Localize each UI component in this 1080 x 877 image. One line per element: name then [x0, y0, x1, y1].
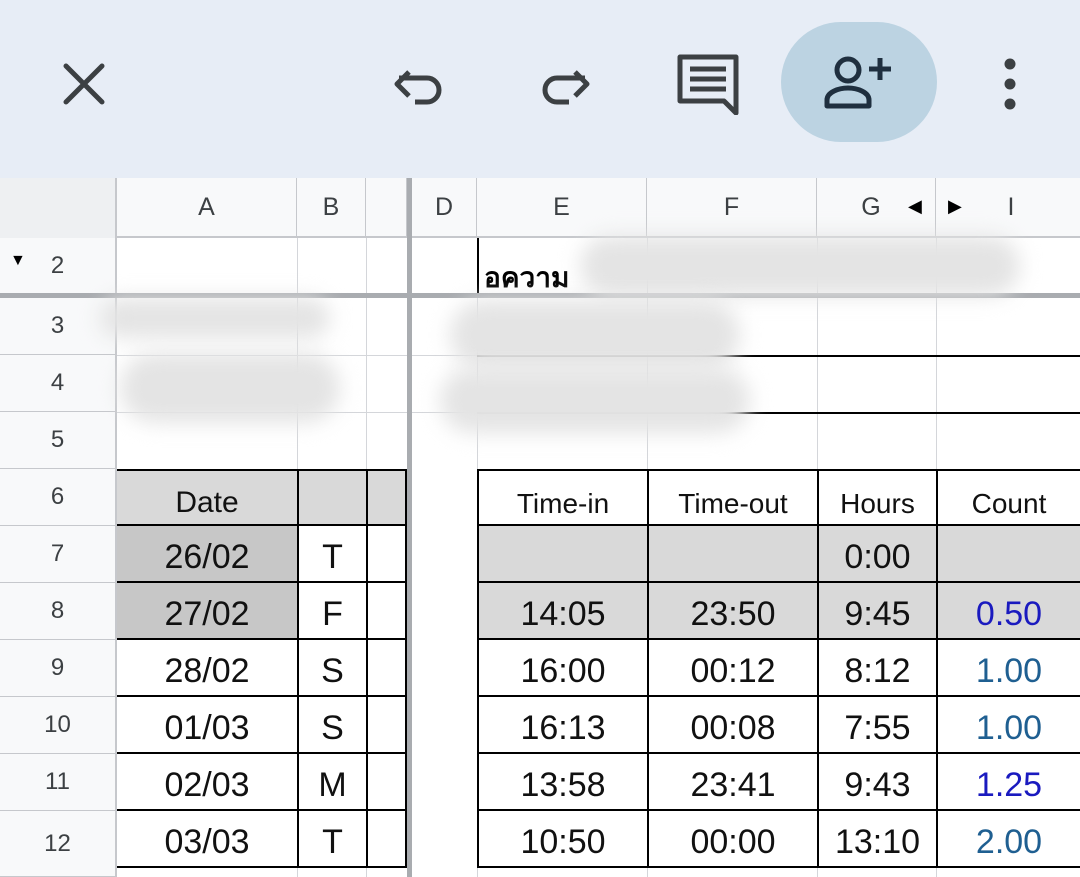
frozen-column-divider[interactable]	[407, 178, 412, 877]
header-cell-empty[interactable]	[366, 469, 407, 526]
column-header-f[interactable]: F	[647, 178, 817, 236]
cell-hours[interactable]: 9:45	[817, 583, 936, 640]
row-header-9[interactable]: 9	[0, 640, 117, 697]
cell-time-out[interactable]: 00:00	[647, 811, 817, 868]
cell-time-in[interactable]: 10:50	[477, 811, 647, 868]
more-options-button[interactable]	[980, 44, 1040, 124]
cell-hours[interactable]: 7:55	[817, 697, 936, 754]
row-header-6[interactable]: 6	[0, 469, 117, 526]
row-header-11[interactable]: 11	[0, 754, 117, 811]
cell-count[interactable]: 1.00	[936, 640, 1080, 697]
share-button[interactable]	[781, 22, 937, 142]
redo-button[interactable]	[524, 44, 604, 124]
cell-time-out[interactable]: 23:50	[647, 583, 817, 640]
cell-count[interactable]	[936, 526, 1080, 583]
redacted-title	[580, 236, 1020, 296]
redacted-header-info	[450, 300, 740, 370]
select-all-corner[interactable]	[0, 178, 117, 238]
cell-time-out[interactable]: 23:41	[647, 754, 817, 811]
comment-icon	[677, 54, 739, 115]
close-button[interactable]	[44, 44, 124, 124]
cell-day[interactable]: T	[297, 526, 366, 583]
cell-time-in[interactable]: 13:58	[477, 754, 647, 811]
hidden-column-left-arrow-icon[interactable]: ◀	[908, 196, 922, 217]
column-header-d[interactable]: D	[412, 178, 477, 236]
top-toolbar	[0, 0, 1080, 178]
cell-date[interactable]: 02/03	[117, 754, 297, 811]
cell-time-out[interactable]: 00:08	[647, 697, 817, 754]
row-group-toggle-icon[interactable]: ▼	[10, 252, 26, 270]
cell-time-in[interactable]: 14:05	[477, 583, 647, 640]
cell-date[interactable]: 26/02	[117, 526, 297, 583]
comment-button[interactable]	[666, 44, 750, 124]
cell-count[interactable]: 1.00	[936, 697, 1080, 754]
cell-date[interactable]: 01/03	[117, 697, 297, 754]
cell-empty[interactable]	[366, 811, 407, 868]
cell-hours[interactable]: 13:10	[817, 811, 936, 868]
redacted-name	[100, 298, 330, 338]
cell-empty[interactable]	[366, 526, 407, 583]
cell-empty[interactable]	[366, 754, 407, 811]
cell-day[interactable]: F	[297, 583, 366, 640]
cell-empty[interactable]	[366, 697, 407, 754]
cell-count[interactable]: 0.50	[936, 583, 1080, 640]
header-cell-day[interactable]	[297, 469, 366, 526]
row-header-3[interactable]: 3	[0, 298, 117, 355]
cell-date[interactable]: 28/02	[117, 640, 297, 697]
cell-hours[interactable]: 8:12	[817, 640, 936, 697]
cell-count[interactable]: 2.00	[936, 811, 1080, 868]
header-cell-count[interactable]: Count	[936, 469, 1080, 526]
cell-hours[interactable]: 0:00	[817, 526, 936, 583]
cell-day[interactable]: T	[297, 811, 366, 868]
cell-date[interactable]: 27/02	[117, 583, 297, 640]
cell-time-out[interactable]: 00:12	[647, 640, 817, 697]
cell-time-in[interactable]	[477, 526, 647, 583]
cell-day[interactable]: M	[297, 754, 366, 811]
close-icon	[63, 63, 105, 105]
row-header-10[interactable]: 10	[0, 697, 117, 754]
row-header-12[interactable]: 12	[0, 811, 117, 877]
add-person-icon	[824, 56, 891, 109]
redo-icon	[542, 70, 590, 105]
cell-hours[interactable]: 9:43	[817, 754, 936, 811]
cell-empty[interactable]	[366, 640, 407, 697]
redacted-info	[120, 353, 340, 423]
row-header-4[interactable]: 4	[0, 355, 117, 412]
cell-time-in[interactable]: 16:13	[477, 697, 647, 754]
column-header-b[interactable]: B	[297, 178, 366, 236]
header-cell-time-out[interactable]: Time-out	[647, 469, 817, 526]
header-cell-time-in[interactable]: Time-in	[477, 469, 647, 526]
column-header-a[interactable]: A	[117, 178, 297, 236]
row-header-5[interactable]: 5	[0, 412, 117, 469]
redacted-header-info	[440, 368, 750, 433]
undo-icon	[394, 70, 442, 105]
spreadsheet-grid[interactable]: A B D E F G I ◀ ▶ 2 ▼ 3 4 5 6 7 8 9 10 1…	[0, 178, 1080, 877]
row-header-7[interactable]: 7	[0, 526, 117, 583]
header-cell-date[interactable]: Date	[117, 469, 297, 526]
cell-date[interactable]: 03/03	[117, 811, 297, 868]
more-vert-icon	[1004, 58, 1016, 110]
title-border	[477, 238, 479, 293]
cell-day[interactable]: S	[297, 640, 366, 697]
sheet-title-text[interactable]: อความ	[484, 256, 569, 300]
column-header-c[interactable]	[366, 178, 407, 236]
row-header-8[interactable]: 8	[0, 583, 117, 640]
cell-day[interactable]: S	[297, 697, 366, 754]
cell-time-out[interactable]	[647, 526, 817, 583]
column-header-e[interactable]: E	[477, 178, 647, 236]
cell-count[interactable]: 1.25	[936, 754, 1080, 811]
cell-empty[interactable]	[366, 583, 407, 640]
undo-button[interactable]	[380, 44, 460, 124]
cell-time-in[interactable]: 16:00	[477, 640, 647, 697]
hidden-column-right-arrow-icon[interactable]: ▶	[948, 196, 962, 217]
header-cell-hours[interactable]: Hours	[817, 469, 936, 526]
